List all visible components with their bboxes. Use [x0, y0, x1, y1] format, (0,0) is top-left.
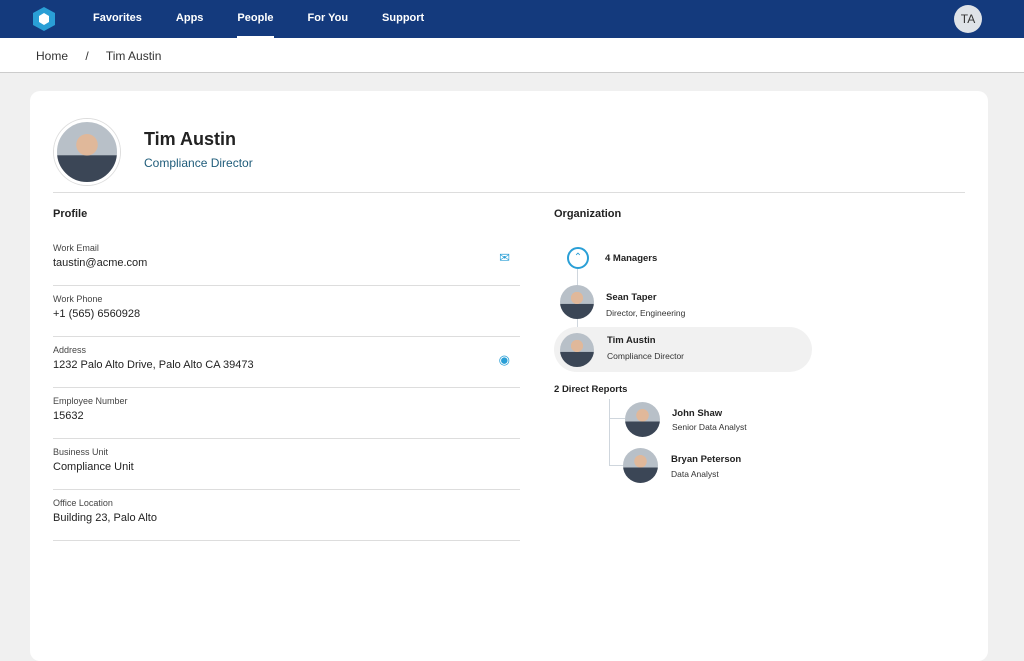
field-value: Building 23, Palo Alto: [53, 512, 157, 524]
manager-avatar[interactable]: [560, 285, 594, 319]
profile-title: Compliance Director: [144, 156, 253, 170]
manager-name[interactable]: Sean Taper: [606, 292, 657, 303]
profile-photo: [54, 119, 120, 185]
field-value[interactable]: taustin@acme.com: [53, 257, 520, 269]
field-address: Address 1232 Palo Alto Drive, Palo Alto C…: [53, 337, 520, 388]
breadcrumb-home[interactable]: Home: [36, 49, 68, 63]
report-title: Data Analyst: [671, 469, 719, 479]
field-label: Work Phone: [53, 294, 103, 304]
field-business-unit: Business Unit Compliance Unit: [53, 439, 520, 490]
field-office-location: Office Location Building 23, Palo Alto: [53, 490, 520, 541]
managers-count[interactable]: 4 Managers: [605, 253, 657, 264]
field-value: Compliance Unit: [53, 461, 134, 473]
manager-title: Director, Engineering: [606, 308, 686, 318]
field-label: Employee Number: [53, 396, 128, 406]
app-logo-icon[interactable]: [33, 7, 55, 31]
field-work-email: Work Email taustin@acme.com ✉: [53, 235, 520, 286]
nav-support[interactable]: Support: [382, 0, 424, 38]
breadcrumb: Home / Tim Austin: [0, 38, 1024, 73]
field-employee-number: Employee Number 15632: [53, 388, 520, 439]
self-name: Tim Austin: [607, 335, 656, 346]
reports-label: Direct Reports: [561, 384, 628, 395]
report-name[interactable]: Bryan Peterson: [671, 454, 741, 465]
field-work-phone: Work Phone +1 (565) 6560928: [53, 286, 520, 337]
location-pin-icon[interactable]: ◉: [499, 352, 510, 368]
nav-people[interactable]: People: [237, 0, 274, 38]
organization-section-title: Organization: [554, 208, 622, 220]
mail-icon[interactable]: ✉: [499, 250, 510, 266]
profile-section-title: Profile: [53, 208, 88, 220]
self-title: Compliance Director: [607, 351, 684, 361]
user-avatar[interactable]: TA: [954, 5, 982, 33]
field-label: Office Location: [53, 498, 113, 508]
field-label: Business Unit: [53, 447, 109, 457]
breadcrumb-current: Tim Austin: [105, 49, 162, 63]
divider: [53, 192, 965, 193]
self-avatar: [560, 333, 594, 367]
field-value: 15632: [53, 410, 84, 422]
report-avatar[interactable]: [623, 448, 658, 483]
field-value: 1232 Palo Alto Drive, Palo Alto CA 39473: [53, 359, 254, 371]
reports-count: 2: [554, 384, 560, 395]
report-name[interactable]: John Shaw: [672, 408, 722, 419]
org-chart: ⌃ 4 Managers Sean Taper Director, Engine…: [554, 231, 854, 511]
nav-for-you[interactable]: For You: [308, 0, 349, 38]
nav-apps[interactable]: Apps: [176, 0, 204, 38]
direct-reports-header: 2 Direct Reports: [554, 384, 627, 395]
breadcrumb-separator: /: [85, 49, 89, 63]
tree-line: [609, 418, 625, 419]
profile-card: Tim Austin Compliance Director Profile O…: [30, 91, 988, 661]
field-label: Work Email: [53, 243, 99, 253]
field-label: Address: [53, 345, 87, 355]
report-avatar[interactable]: [625, 402, 660, 437]
profile-name: Tim Austin: [144, 129, 237, 149]
tree-line: [609, 399, 610, 466]
tree-line: [609, 465, 623, 466]
field-value: +1 (565) 6560928: [53, 308, 141, 320]
report-title: Senior Data Analyst: [672, 422, 747, 432]
top-nav-bar: Favorites Apps People For You Support TA: [0, 0, 1024, 38]
nav-favorites[interactable]: Favorites: [93, 0, 142, 38]
expand-managers-button[interactable]: ⌃: [567, 247, 589, 269]
